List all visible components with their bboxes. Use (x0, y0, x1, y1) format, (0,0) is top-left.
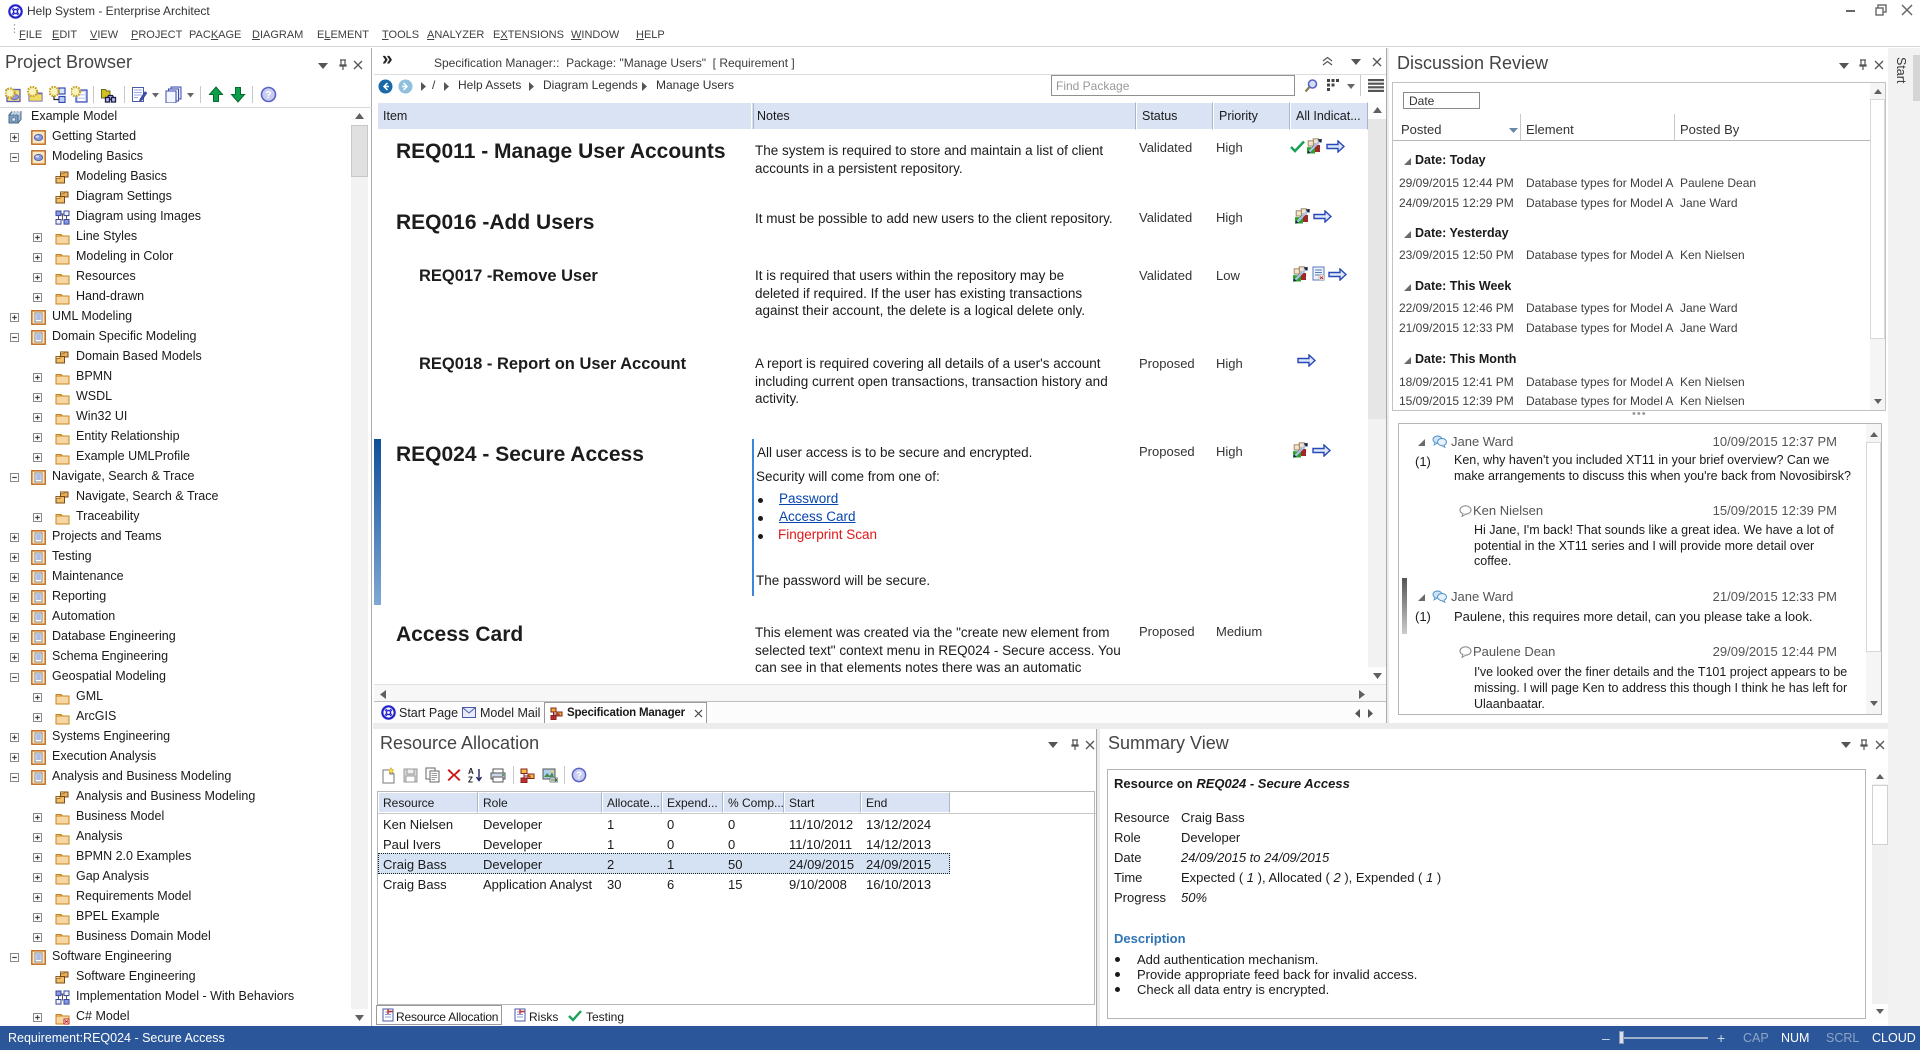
svg-text:?: ? (265, 89, 271, 101)
svg-text:?: ? (576, 770, 582, 781)
svg-text:Z: Z (468, 776, 473, 784)
